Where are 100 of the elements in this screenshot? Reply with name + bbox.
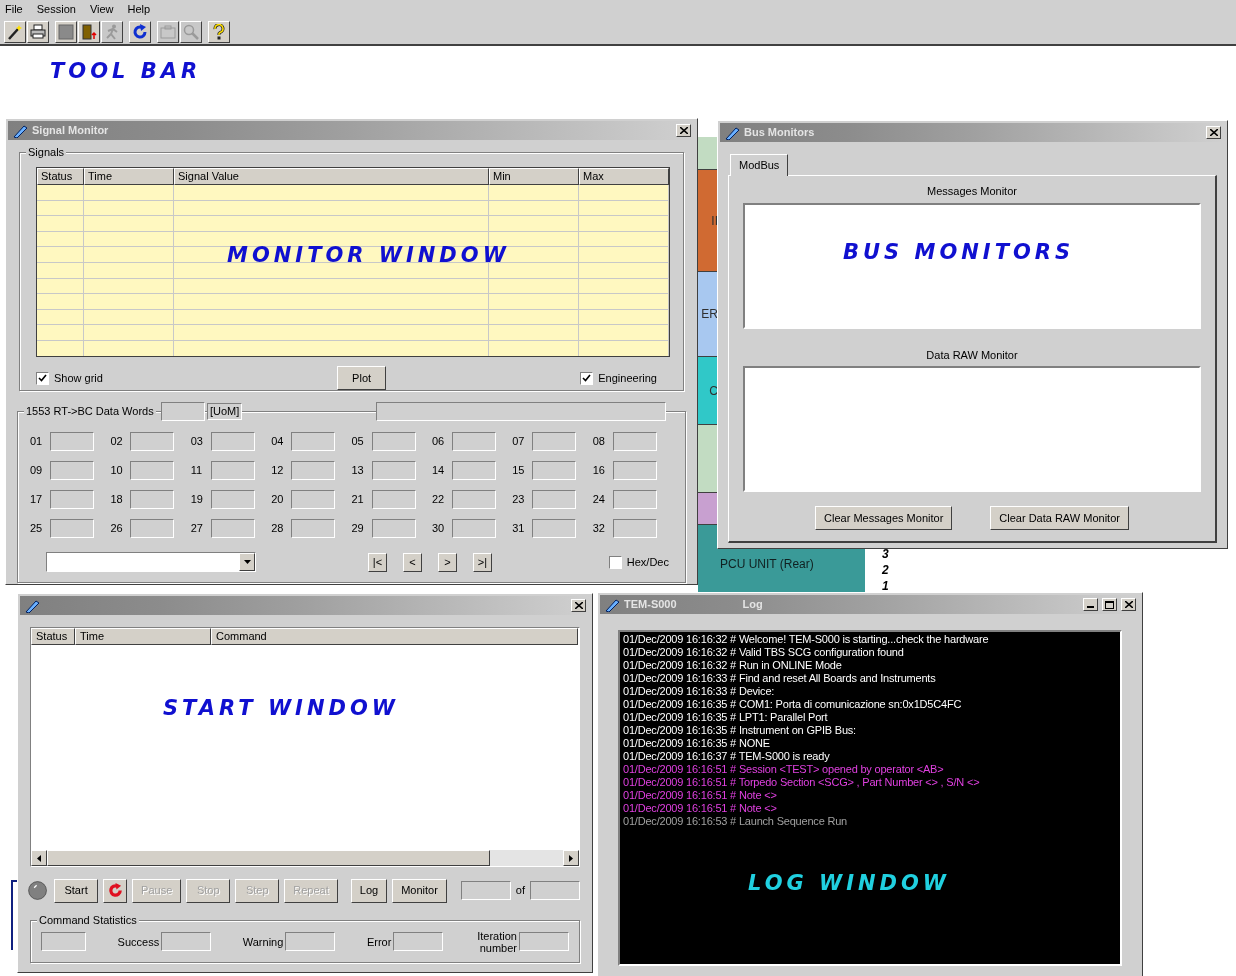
input-field[interactable]	[451, 432, 496, 451]
word-number: 04	[271, 434, 285, 450]
input-field[interactable]	[130, 490, 175, 509]
clear-button[interactable]: Clear Data RAW Monitor	[990, 506, 1129, 530]
input-field[interactable]	[451, 461, 496, 480]
input-field[interactable]	[291, 432, 336, 451]
input-field[interactable]	[130, 519, 175, 538]
repeat-button[interactable]	[103, 878, 128, 903]
input-field[interactable]	[50, 519, 94, 538]
minimize-button[interactable]	[1083, 598, 1098, 611]
column-header[interactable]: Signal Value	[174, 168, 489, 185]
input-field[interactable]	[291, 461, 336, 480]
window-title: Signal Monitor	[32, 123, 109, 139]
toolbar-button[interactable]	[78, 20, 100, 43]
input-field[interactable]	[161, 402, 205, 421]
menu-item[interactable]: File	[5, 1, 23, 18]
close-button[interactable]	[676, 124, 691, 137]
input-field[interactable]	[210, 519, 255, 538]
toolbar-button[interactable]	[27, 20, 49, 43]
input-field[interactable]	[210, 432, 255, 451]
monitor-button[interactable]: Monitor	[392, 878, 447, 903]
column-header[interactable]: Min	[489, 168, 579, 185]
input-field[interactable]	[532, 490, 577, 509]
column-header[interactable]: Command	[211, 628, 578, 645]
input-field[interactable]	[612, 519, 657, 538]
toolbar-button[interactable]	[129, 20, 151, 43]
input-field[interactable]	[532, 519, 577, 538]
column-header[interactable]: Max	[579, 168, 669, 185]
input-field[interactable]	[393, 932, 444, 951]
column-header[interactable]: Status	[31, 628, 75, 645]
refresh-icon	[132, 23, 148, 40]
word-number: 20	[271, 492, 285, 508]
input-field[interactable]	[50, 490, 94, 509]
word-number: 11	[190, 463, 204, 479]
close-button[interactable]	[571, 599, 586, 612]
input-field[interactable]	[451, 490, 496, 509]
word-number: 30	[431, 521, 446, 537]
input-field[interactable]	[451, 519, 496, 538]
input-field[interactable]	[291, 519, 336, 538]
input-field[interactable]	[612, 490, 657, 509]
input-field[interactable]	[50, 432, 94, 451]
input-field[interactable]	[532, 461, 577, 480]
log-button[interactable]: Log	[350, 878, 388, 903]
annotation-label: START WINDOW	[163, 695, 399, 722]
input-field[interactable]	[371, 461, 416, 480]
log-line: 01/Dec/2009 16:16:51 # Torpedo Section <SCG> , Part Number <> , S/N <>	[623, 776, 980, 789]
checkmark-icon	[38, 374, 47, 382]
column-header[interactable]: Status	[37, 168, 84, 185]
navigation-button[interactable]: >	[438, 552, 457, 572]
horizontal-scrollbar[interactable]	[31, 850, 579, 866]
input-field[interactable]	[285, 932, 336, 951]
input-field[interactable]	[291, 490, 336, 509]
plot-button[interactable]: Plot	[337, 366, 387, 390]
input-field[interactable]	[612, 432, 657, 451]
close-button[interactable]	[1121, 598, 1136, 611]
input-field[interactable]	[612, 461, 657, 480]
word-number: 23	[512, 492, 526, 508]
input-field[interactable]	[371, 432, 416, 451]
log-line: 01/Dec/2009 16:16:51 # Note <>	[623, 789, 777, 802]
input-field[interactable]	[371, 490, 416, 509]
navigation-button[interactable]: >|	[473, 552, 492, 572]
input-field[interactable]	[130, 432, 175, 451]
input-field[interactable]	[460, 881, 511, 900]
clear-button[interactable]: Clear Messages Monitor	[815, 506, 953, 530]
maximize-button[interactable]	[1102, 598, 1117, 611]
close-button[interactable]	[1206, 126, 1221, 139]
toolbar-button[interactable]	[208, 20, 230, 43]
input-field[interactable]	[50, 461, 94, 480]
toolbar-button[interactable]	[4, 20, 26, 43]
navigation-button[interactable]: <	[403, 552, 422, 572]
navigation-button[interactable]: |<	[368, 552, 387, 572]
command-button[interactable]: Start	[54, 878, 99, 903]
toolbar-button[interactable]	[55, 20, 77, 43]
input-field[interactable]	[518, 932, 569, 951]
input-field[interactable]	[371, 519, 416, 538]
input-field[interactable]	[532, 432, 577, 451]
checkbox[interactable]	[580, 371, 594, 385]
pen-icon	[604, 597, 620, 612]
input-field[interactable]	[130, 461, 175, 480]
menu-item[interactable]: Session	[36, 1, 76, 18]
word-number: 03	[190, 434, 204, 450]
menu-item[interactable]: View	[89, 1, 114, 18]
dropdown[interactable]	[46, 552, 256, 572]
log-line: 01/Dec/2009 16:16:32 # Welcome! TEM-S000 is starting...check the hardware	[623, 633, 989, 646]
monitor-label: Data RAW Monitor	[926, 347, 1018, 363]
menu-item[interactable]: Help	[127, 1, 151, 18]
checkbox[interactable]	[608, 555, 622, 569]
maximize-icon	[1105, 600, 1114, 609]
log-line: 01/Dec/2009 16:16:35 # NONE	[623, 737, 770, 750]
input-field[interactable]	[161, 932, 212, 951]
checkbox[interactable]	[36, 371, 49, 385]
column-header[interactable]: Time	[84, 168, 174, 185]
tab[interactable]: ModBus	[730, 154, 789, 176]
checkbox-label: Hex/Dec	[626, 554, 669, 570]
column-header[interactable]: Time	[75, 628, 211, 645]
input-field[interactable]	[210, 461, 255, 480]
input-field[interactable]	[41, 932, 86, 951]
input-field[interactable]	[530, 881, 580, 900]
input-field[interactable]	[210, 490, 255, 509]
log-line: 01/Dec/2009 16:16:33 # Device:	[623, 685, 775, 698]
